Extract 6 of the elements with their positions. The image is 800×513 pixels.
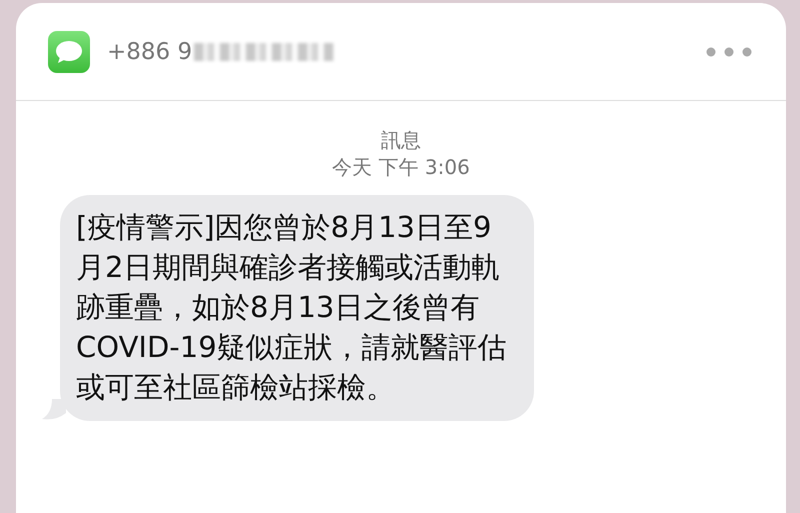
more-options-icon[interactable] bbox=[706, 46, 752, 56]
messages-app-icon bbox=[48, 30, 90, 72]
conversation-title: 訊息 bbox=[381, 127, 421, 154]
message-bubble: [疫情警示]因您曾於8月13日至9月2日期間與確診者接觸或活動軌跡重疊，如於8月13日之後曾有COVID-19疑似症狀，請就醫評估或可至社區篩檢站採檢。 bbox=[60, 195, 534, 421]
message-timestamp: 今天 下午 3:06 bbox=[332, 154, 470, 181]
sender-phone-number: +886 9 bbox=[107, 38, 192, 64]
